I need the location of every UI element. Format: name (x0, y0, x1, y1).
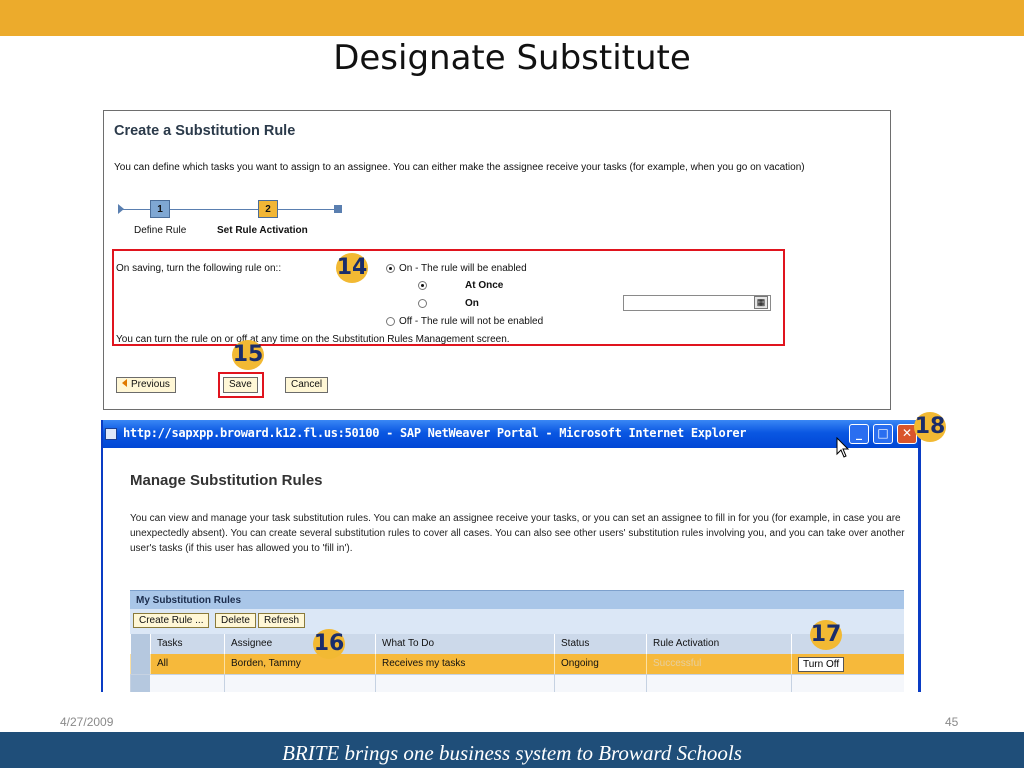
minimize-icon[interactable]: _ (849, 424, 869, 444)
empty-cell (646, 675, 791, 692)
panel-description: You can define which tasks you want to a… (114, 162, 805, 173)
slide-date: 4/27/2009 (60, 715, 114, 729)
empty-cell (375, 675, 554, 692)
step-1-label: Define Rule (134, 225, 187, 236)
ie-page-icon (105, 428, 117, 440)
column-header-assignee[interactable]: Assignee (224, 634, 375, 654)
previous-arrow-icon (122, 379, 127, 387)
footer-tagline: BRITE brings one business system to Brow… (282, 741, 742, 765)
ie-browser-window: http://sapxpp.broward.k12.fl.us:50100 - … (101, 420, 921, 692)
table-row-empty (130, 674, 904, 692)
empty-cell (224, 675, 375, 692)
select-column-header (130, 634, 150, 654)
manage-rules-description: You can view and manage your task substi… (130, 513, 905, 554)
column-header-what-to-do[interactable]: What To Do (375, 634, 554, 654)
cancel-button[interactable]: Cancel (285, 377, 329, 393)
refresh-button[interactable]: Refresh (258, 613, 306, 628)
cell-status: Ongoing (554, 654, 646, 674)
previous-button[interactable]: Previous (116, 377, 176, 393)
row-selector[interactable] (130, 654, 150, 674)
callout-18: 18 (914, 412, 946, 442)
previous-button-label: Previous (131, 379, 170, 390)
table-title: My Substitution Rules (130, 590, 904, 609)
callout-16: 16 (313, 629, 345, 659)
page-number: 45 (945, 715, 959, 729)
delete-button[interactable]: Delete (215, 613, 256, 628)
highlight-box-save (218, 372, 264, 398)
table-header-row: Tasks Assignee What To Do Status Rule Ac… (130, 634, 904, 654)
manage-rules-title: Manage Substitution Rules (130, 472, 323, 489)
column-header-action (791, 634, 904, 654)
step-2-label: Set Rule Activation (217, 225, 308, 236)
ie-window-title: http://sapxpp.broward.k12.fl.us:50100 - … (123, 426, 747, 440)
mouse-cursor-icon (836, 437, 850, 458)
slide-title: Designate Substitute (333, 38, 691, 78)
cell-rule-activation: Successful (646, 654, 791, 674)
column-header-rule-activation[interactable]: Rule Activation (646, 634, 791, 654)
callout-14: 14 (336, 253, 368, 283)
step-2-box[interactable]: 2 (258, 200, 278, 218)
maximize-icon[interactable]: □ (873, 424, 893, 444)
column-header-status[interactable]: Status (554, 634, 646, 654)
callout-15: 15 (232, 340, 264, 370)
ie-titlebar: http://sapxpp.broward.k12.fl.us:50100 - … (103, 420, 918, 448)
table-row[interactable]: All Borden, Tammy Receives my tasks Ongo… (130, 654, 904, 674)
row-selector-empty[interactable] (130, 675, 150, 692)
cell-tasks: All (150, 654, 224, 674)
create-rule-button[interactable]: Create Rule ... (133, 613, 210, 628)
turn-off-button[interactable]: Turn Off (798, 657, 845, 672)
roadmap-end-marker (334, 205, 342, 213)
cell-what-to-do: Receives my tasks (375, 654, 554, 674)
empty-cell (554, 675, 646, 692)
highlight-box-activation (112, 249, 785, 346)
top-accent-bar (0, 0, 1024, 36)
panel-title: Create a Substitution Rule (114, 123, 296, 139)
callout-17: 17 (810, 620, 842, 650)
cell-assignee: Borden, Tammy (224, 654, 375, 674)
table-toolbar: Create Rule ... Delete Refresh (130, 609, 904, 634)
step-1-box[interactable]: 1 (150, 200, 170, 218)
column-header-tasks[interactable]: Tasks (150, 634, 224, 654)
empty-cell (791, 675, 904, 692)
